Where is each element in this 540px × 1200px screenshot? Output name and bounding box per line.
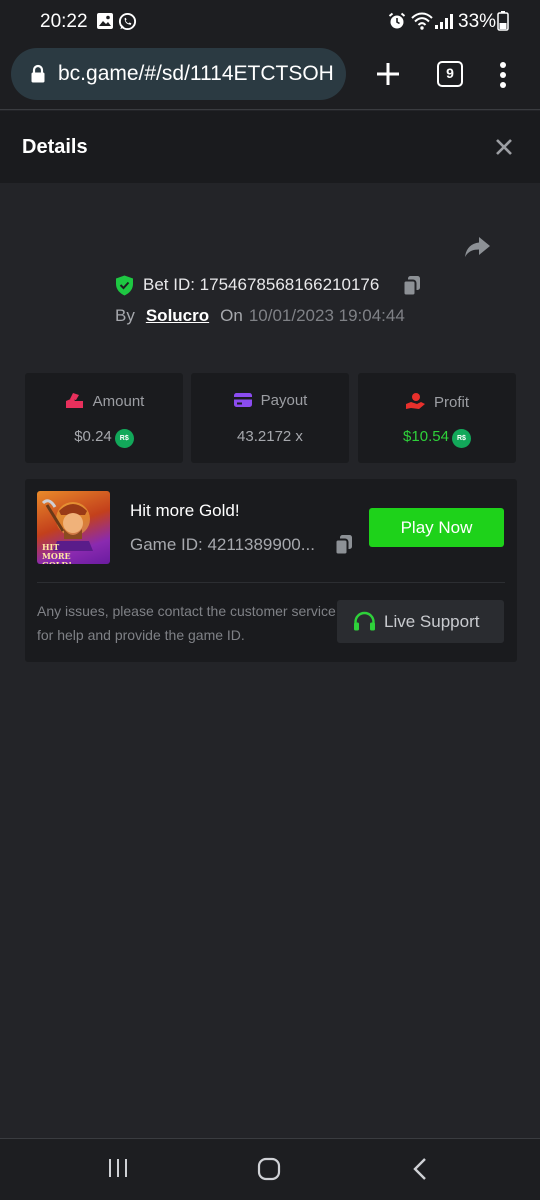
support-note: Any issues, please contact the customer … xyxy=(37,603,336,643)
copy-bet-id-icon[interactable] xyxy=(402,275,422,302)
system-nav-bar xyxy=(0,1138,540,1200)
home-icon[interactable] xyxy=(257,1157,281,1186)
bet-date: 10/01/2023 19:04:44 xyxy=(248,306,405,325)
close-icon[interactable] xyxy=(494,137,514,162)
new-tab-button[interactable] xyxy=(372,58,404,90)
status-bar: 20:22 33% xyxy=(0,0,540,44)
game-thumbnail[interactable]: HIT MORE GOLD! xyxy=(37,491,110,564)
thumbnail-title: HIT MORE GOLD! xyxy=(42,542,72,565)
profit-icon xyxy=(405,393,425,409)
battery-icon xyxy=(497,11,509,36)
image-icon xyxy=(96,12,114,35)
copy-game-id-icon[interactable] xyxy=(334,534,354,561)
whatsapp-icon xyxy=(118,12,137,36)
amount-card: Amount $0.24 R$ xyxy=(25,373,183,463)
status-time: 20:22 xyxy=(40,11,88,32)
bet-meta: By Solucro On 10/01/2023 19:04:44 xyxy=(115,306,405,326)
wifi-icon xyxy=(410,12,434,35)
divider xyxy=(37,582,505,583)
by-label: By xyxy=(115,306,135,325)
game-name: Hit more Gold! xyxy=(130,501,240,520)
amount-icon xyxy=(65,393,83,408)
payout-icon xyxy=(233,393,252,407)
details-title: Details xyxy=(22,136,88,158)
payout-label: Payout xyxy=(260,392,308,409)
currency-badge: R$ xyxy=(451,429,471,448)
amount-value: $0.24 xyxy=(74,428,112,445)
address-bar[interactable]: bc.game/#/sd/1114ETCTSOH xyxy=(11,48,346,100)
profit-card: Profit $10.54 R$ xyxy=(358,373,516,463)
details-header: Details xyxy=(0,111,540,183)
payout-card: Payout 43.2172 x xyxy=(191,373,349,463)
play-now-button[interactable]: Play Now xyxy=(369,508,504,547)
username-link[interactable]: Solucro xyxy=(146,306,209,325)
share-icon[interactable] xyxy=(464,236,491,263)
on-label: On xyxy=(220,306,243,325)
recent-apps-icon[interactable] xyxy=(107,1157,129,1184)
tab-switcher-button[interactable]: 9 xyxy=(437,61,463,87)
profit-value: $10.54 xyxy=(403,428,449,445)
alarm-icon xyxy=(388,12,406,35)
payout-value: 43.2172 x xyxy=(237,428,303,445)
currency-badge: R$ xyxy=(114,429,134,448)
bet-id: Bet ID: 1754678568166210176 xyxy=(143,275,380,294)
amount-label: Amount xyxy=(92,393,145,410)
url-text: bc.game/#/sd/1114ETCTSOH xyxy=(58,62,334,85)
headset-icon xyxy=(354,611,375,631)
live-support-button[interactable]: Live Support xyxy=(337,600,504,643)
browser-toolbar: bc.game/#/sd/1114ETCTSOH 9 xyxy=(0,44,540,110)
lock-icon xyxy=(30,64,46,89)
verified-shield-icon xyxy=(115,275,134,301)
game-id: Game ID: 4211389900... xyxy=(130,535,315,554)
profit-label: Profit xyxy=(433,394,469,411)
screen: 20:22 33% bc.game/#/sd/1114ETCTSOH 9 Det… xyxy=(0,0,540,1200)
game-card: HIT MORE GOLD! Hit more Gold! Game ID: 4… xyxy=(25,479,517,662)
more-menu-icon[interactable] xyxy=(496,60,510,90)
signal-icon xyxy=(434,12,454,35)
battery-level: 33% xyxy=(458,11,497,32)
live-support-label: Live Support xyxy=(384,612,480,631)
back-icon[interactable] xyxy=(411,1157,429,1186)
